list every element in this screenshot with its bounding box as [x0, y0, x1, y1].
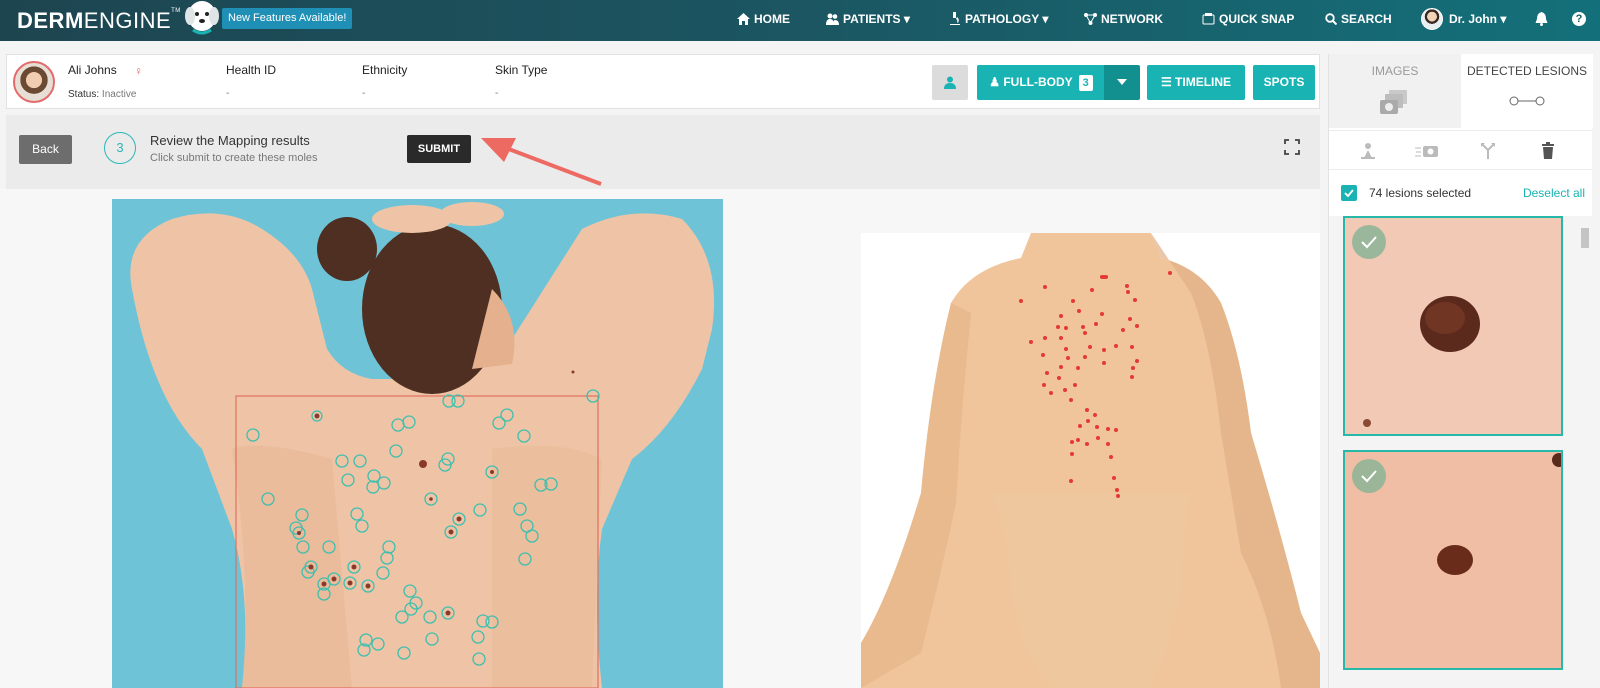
trash-icon[interactable]	[1539, 142, 1557, 160]
timeline-icon: ☰	[1160, 75, 1172, 89]
body-icon: ♟	[989, 75, 1000, 89]
spots-button[interactable]: SPOTS	[1253, 65, 1315, 100]
lesions-selected-count: 74 lesions selected	[1369, 186, 1472, 200]
check-icon	[1344, 189, 1354, 198]
mapping-step-bar: Back 3 Review the Mapping results Click …	[6, 115, 1320, 189]
right-side-panel: IMAGES DETECTED LESIONS 74 lesions selec…	[1328, 54, 1593, 688]
ethnicity-label: Ethnicity	[362, 63, 408, 77]
selected-check-icon[interactable]	[1352, 459, 1386, 493]
thumbnail-scrollbar[interactable]	[1579, 216, 1589, 688]
status-label: Status: Inactive	[68, 89, 137, 100]
nav-pathology[interactable]: PATHOLOGY ▾	[948, 12, 1048, 26]
full-body-dropdown-button[interactable]	[1104, 65, 1140, 100]
submit-button[interactable]: SUBMIT	[407, 135, 471, 163]
deselect-all-link[interactable]: Deselect all	[1523, 186, 1585, 200]
back-button[interactable]: Back	[19, 135, 72, 164]
skin-type-label: Skin Type	[495, 63, 548, 77]
caret-down-icon	[1117, 79, 1127, 85]
check-icon	[1361, 236, 1377, 249]
skin-type-value: -	[495, 88, 499, 99]
lesion-toolbar	[1329, 130, 1593, 170]
annotation-arrow-icon	[481, 138, 602, 186]
search-icon	[1325, 13, 1338, 26]
microscope-icon	[950, 12, 960, 25]
timeline-button[interactable]: ☰ TIMELINE	[1147, 65, 1245, 100]
user-avatar[interactable]	[1421, 8, 1443, 30]
nav-search[interactable]: SEARCH	[1325, 12, 1392, 26]
bell-icon[interactable]	[1535, 12, 1548, 26]
merge-icon[interactable]	[1479, 142, 1497, 160]
body-map-icon[interactable]	[1359, 142, 1377, 160]
status-value: Inactive	[101, 89, 137, 100]
dermengine-logo[interactable]: DERMENGINETM	[17, 8, 181, 34]
chevron-down-icon: ▾	[1500, 12, 1507, 26]
patient-profile-button[interactable]	[932, 65, 968, 100]
chevron-down-icon: ▾	[1042, 12, 1049, 26]
nav-home[interactable]: HOME	[737, 12, 790, 26]
health-id-label: Health ID	[226, 63, 277, 77]
person-icon	[944, 76, 956, 89]
nav-patients[interactable]: PATIENTS ▾	[826, 12, 910, 26]
new-features-badge[interactable]: New Features Available!	[222, 8, 353, 29]
full-body-count-badge: 3	[1078, 75, 1093, 91]
step-title: Review the Mapping results	[150, 133, 310, 148]
nav-quick-snap[interactable]: QUICK SNAP	[1202, 12, 1294, 26]
back-photo-illustration	[112, 199, 723, 688]
nav-network[interactable]: NETWORK	[1084, 12, 1163, 26]
network-icon	[1084, 13, 1097, 25]
health-id-value: -	[226, 88, 230, 99]
lesion-link-icon	[1509, 96, 1545, 106]
lesion-thumbnail-list	[1329, 216, 1593, 688]
step-subtitle: Click submit to create these moles	[150, 152, 318, 164]
lesion-thumbnail[interactable]	[1343, 216, 1563, 436]
selection-row: 74 lesions selected Deselect all	[1329, 172, 1593, 214]
dog-mascot-icon	[185, 1, 219, 35]
home-icon	[737, 13, 750, 25]
full-body-button[interactable]: ♟ FULL-BODY 3	[977, 65, 1105, 100]
step-number-circle: 3	[104, 132, 136, 164]
chevron-down-icon: ▾	[903, 12, 910, 26]
patients-icon	[826, 13, 839, 25]
patient-avatar	[13, 61, 55, 103]
select-all-checkbox[interactable]	[1341, 185, 1357, 201]
3d-body-model[interactable]	[861, 233, 1320, 688]
fullscreen-icon[interactable]	[1284, 139, 1300, 155]
scrollbar-thumb[interactable]	[1581, 228, 1589, 248]
tab-detected-lesions[interactable]: DETECTED LESIONS	[1461, 54, 1593, 128]
nav-user-menu[interactable]: Dr. John ▾	[1449, 12, 1506, 26]
patient-name: Ali Johns	[68, 63, 117, 77]
3d-body-model-illustration	[861, 233, 1320, 688]
top-navigation-bar: DERMENGINETM New Features Available! HOM…	[0, 0, 1600, 41]
ethnicity-value: -	[362, 88, 366, 99]
patient-back-photo	[112, 199, 723, 688]
tab-images[interactable]: IMAGES	[1329, 54, 1461, 128]
help-icon[interactable]: ?	[1572, 12, 1586, 26]
check-icon	[1361, 470, 1377, 483]
female-icon: ♀	[134, 64, 143, 78]
quick-snap-icon	[1202, 13, 1215, 25]
images-icon	[1380, 90, 1407, 114]
lesion-thumbnail[interactable]	[1343, 450, 1563, 670]
camera-icon[interactable]	[1415, 142, 1439, 160]
selected-check-icon[interactable]	[1352, 225, 1386, 259]
